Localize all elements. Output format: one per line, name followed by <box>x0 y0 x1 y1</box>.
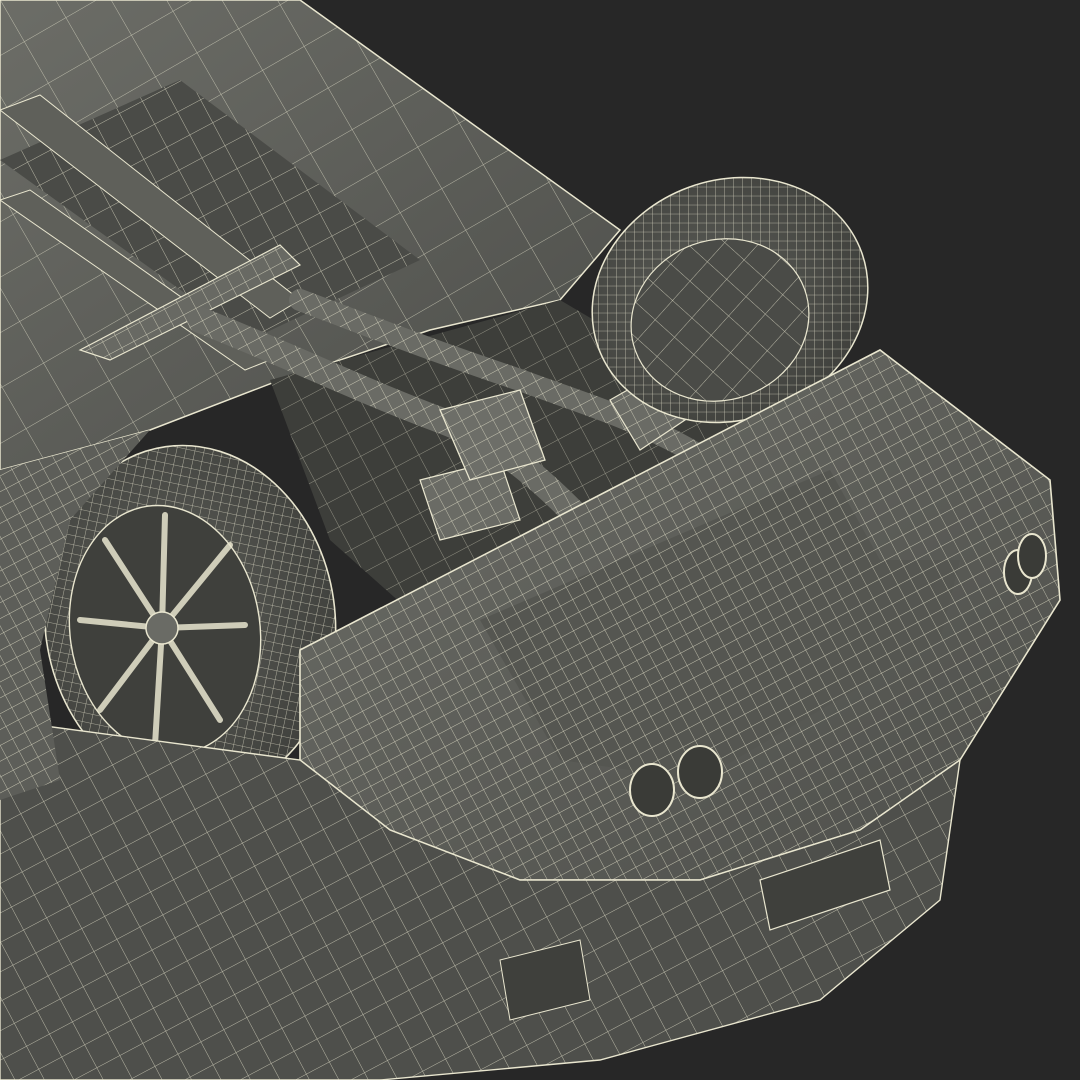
wheel-hub <box>145 611 179 645</box>
wireframe-scene <box>0 0 1061 1080</box>
render-viewport <box>0 0 1080 1080</box>
